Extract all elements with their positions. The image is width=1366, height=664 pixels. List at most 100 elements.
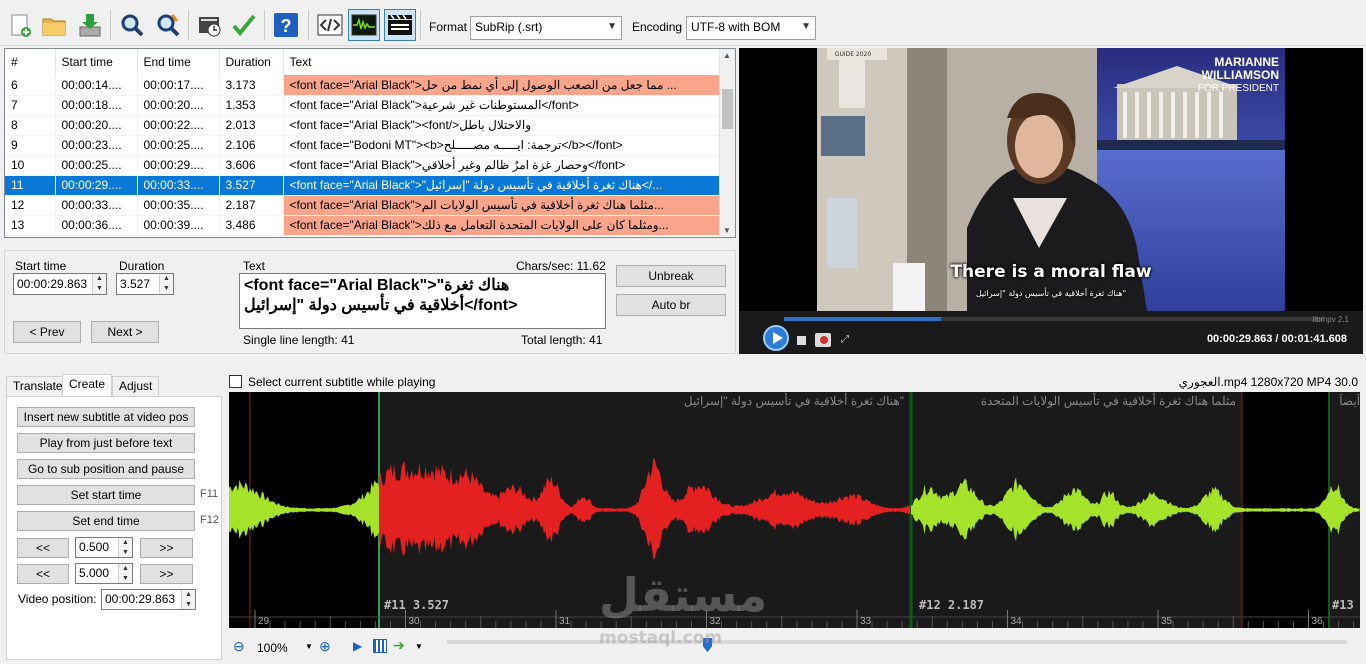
play-button-icon[interactable] [763, 325, 789, 351]
select-while-playing-label: Select current subtitle while playing [248, 375, 436, 389]
svg-text:?: ? [281, 16, 292, 36]
grid-header: # Start time End time Duration Text [5, 49, 722, 75]
chevron-down-icon[interactable]: ▼ [305, 642, 313, 651]
waveform-sub11-text: هناك ثغرة أخلاقية في تأسيس دولة "إسرائيل… [683, 394, 904, 408]
replace-icon[interactable] [152, 9, 184, 41]
spectrogram-icon[interactable] [373, 639, 387, 653]
row-text: <font face="Bodoni MT"><b>ترجمة: ايـــــ… [283, 135, 722, 156]
spinner-icon[interactable]: ▲ ▼ [118, 564, 132, 583]
table-row[interactable]: 12 00:00:33.... 00:00:35.... 2.187 <font… [5, 195, 722, 216]
visual-sync-icon[interactable] [194, 9, 226, 41]
time-tick-label: 31 [559, 616, 571, 627]
column-header-duration[interactable]: Duration [219, 49, 284, 75]
video-frame: GUIDE 2020 MARIANNE WILLIAMSON FOR PRESI… [817, 48, 1285, 311]
table-row[interactable]: 7 00:00:18.... 00:00:20.... 1.353 <font … [5, 95, 722, 116]
start-time-value: 00:00:29.863 [17, 277, 88, 291]
spinner-icon[interactable]: ▲ ▼ [181, 590, 195, 609]
play-before-button[interactable]: Play from just before text [17, 433, 195, 453]
start-time-field[interactable]: 00:00:29.863 ▲ ▼ [13, 273, 107, 295]
video-position-field[interactable]: 00:00:29.863 ▲ ▼ [101, 589, 196, 610]
mute-speaker-icon[interactable] [815, 333, 831, 347]
prev-button[interactable]: < Prev [13, 321, 81, 343]
subtitle-grid[interactable]: # Start time End time Duration Text 6 00… [4, 48, 736, 238]
find-icon[interactable] [116, 9, 148, 41]
open-folder-icon[interactable] [38, 9, 70, 41]
stop-icon[interactable] [797, 336, 806, 345]
row-duration: 3.527 [219, 175, 284, 196]
step-back-button-2[interactable]: << [17, 564, 69, 584]
table-row[interactable]: 13 00:00:36.... 00:00:39.... 3.486 <font… [5, 215, 722, 236]
set-start-time-button[interactable]: Set start time [17, 485, 195, 505]
table-row[interactable]: 9 00:00:23.... 00:00:25.... 2.106 <font … [5, 135, 722, 156]
spell-check-icon[interactable] [228, 9, 260, 41]
row-duration: 3.606 [219, 155, 284, 176]
step-forward-button-2[interactable]: >> [140, 564, 193, 584]
row-start: 00:00:36.... [55, 215, 138, 236]
zoom-in-icon[interactable]: ⊕ [319, 638, 331, 655]
zoom-level[interactable]: 100% [257, 641, 288, 655]
step-back-button-1[interactable]: << [17, 538, 69, 558]
auto-br-button[interactable]: Auto br [616, 294, 726, 316]
time-tick-label: 29 [258, 616, 270, 627]
shortcut-f12: F12 [200, 514, 219, 526]
unbreak-button[interactable]: Unbreak [616, 265, 726, 287]
encoding-select[interactable]: UTF-8 with BOM ▼ [686, 16, 816, 40]
column-header-start[interactable]: Start time [55, 49, 138, 75]
tab-create[interactable]: Create [62, 374, 113, 396]
play-icon[interactable]: ▶ [353, 639, 362, 653]
help-icon[interactable]: ? [270, 9, 302, 41]
waveform-sub11-label: #11 3.527 [384, 598, 450, 612]
waveform-toggle-icon[interactable] [348, 9, 380, 41]
step-field-2[interactable]: 5.000 ▲ ▼ [75, 563, 133, 584]
row-duration: 3.486 [219, 215, 284, 236]
spinner-icon[interactable]: ▲ ▼ [92, 274, 106, 294]
goto-sub-pause-button[interactable]: Go to sub position and pause [17, 459, 195, 479]
tab-adjust[interactable]: Adjust [112, 376, 160, 396]
tab-translate[interactable]: Translate [6, 376, 70, 396]
column-header-text[interactable]: Text [283, 49, 722, 75]
save-download-icon[interactable] [74, 9, 106, 41]
row-text: <font face="Arial Black">"هناك ثغرة أخلا… [283, 175, 722, 196]
seek-bar[interactable] [784, 317, 1324, 321]
waveform-panel[interactable]: 29 30 31 32 33 34 35 36 هناك ثغرة أخلاقية في تأ… [229, 392, 1360, 628]
spinner-icon[interactable]: ▲ ▼ [159, 274, 173, 294]
select-while-playing-checkbox[interactable] [229, 375, 242, 388]
table-row-selected[interactable]: 11 00:00:29.... 00:00:33.... 3.527 <font… [5, 175, 722, 196]
fullscreen-icon[interactable]: ⤢ [841, 335, 851, 345]
column-header-end[interactable]: End time [137, 49, 220, 75]
chevron-down-icon: ▼ [607, 21, 617, 32]
subtitle-text-editor[interactable]: <font face="Arial Black">"هناك ثغرة أخلا… [239, 273, 606, 329]
video-caption-ar: هناك ثغرة أخلاقية في تأسيس دولة "إسرائيل… [975, 289, 1127, 298]
scroll-down-icon[interactable]: ▼ [723, 226, 731, 235]
row-end: 00:00:29.... [137, 155, 220, 176]
video-time: 00:00:29.863 / 00:01:41.608 [1206, 333, 1347, 345]
step-field-1[interactable]: 0.500 ▲ ▼ [75, 537, 133, 558]
column-header-number[interactable]: # [5, 49, 56, 75]
duration-field[interactable]: 3.527 ▲ ▼ [116, 273, 174, 295]
table-row[interactable]: 6 00:00:14.... 00:00:17.... 3.173 <font … [5, 75, 722, 96]
next-button[interactable]: Next > [91, 321, 159, 343]
chevron-down-icon[interactable]: ▼ [415, 642, 423, 651]
step-forward-button-1[interactable]: >> [140, 538, 193, 558]
spinner-icon[interactable]: ▲ ▼ [118, 538, 132, 557]
encoding-label: Encoding [632, 20, 683, 34]
scrollbar-thumb[interactable] [722, 89, 733, 129]
table-row[interactable]: 8 00:00:20.... 00:00:22.... 2.013 <font … [5, 115, 722, 136]
video-player[interactable]: GUIDE 2020 MARIANNE WILLIAMSON FOR PRESI… [739, 48, 1363, 354]
waveform-position-slider[interactable] [447, 638, 1347, 652]
insert-subtitle-button[interactable]: Insert new subtitle at video pos [17, 407, 195, 427]
table-row[interactable]: 10 00:00:25.... 00:00:29.... 3.606 <font… [5, 155, 722, 176]
set-end-time-button[interactable]: Set end time [17, 511, 195, 531]
video-toggle-icon[interactable] [384, 9, 416, 41]
grid-scrollbar[interactable]: ▲ ▼ [719, 49, 735, 237]
time-tick-label: 33 [860, 616, 872, 627]
format-select[interactable]: SubRip (.srt) ▼ [470, 16, 622, 40]
zoom-out-icon[interactable]: ⊖ [233, 638, 245, 655]
new-file-icon[interactable] [4, 9, 36, 41]
edit-panel: Start time 00:00:29.863 ▲ ▼ Duration 3.52… [4, 250, 736, 354]
arrows-icon[interactable]: ➔ [393, 637, 405, 654]
scroll-up-icon[interactable]: ▲ [723, 51, 731, 60]
row-number: 6 [5, 75, 56, 96]
book-title: GUIDE 2020 [835, 51, 872, 58]
source-view-icon[interactable] [314, 9, 346, 41]
